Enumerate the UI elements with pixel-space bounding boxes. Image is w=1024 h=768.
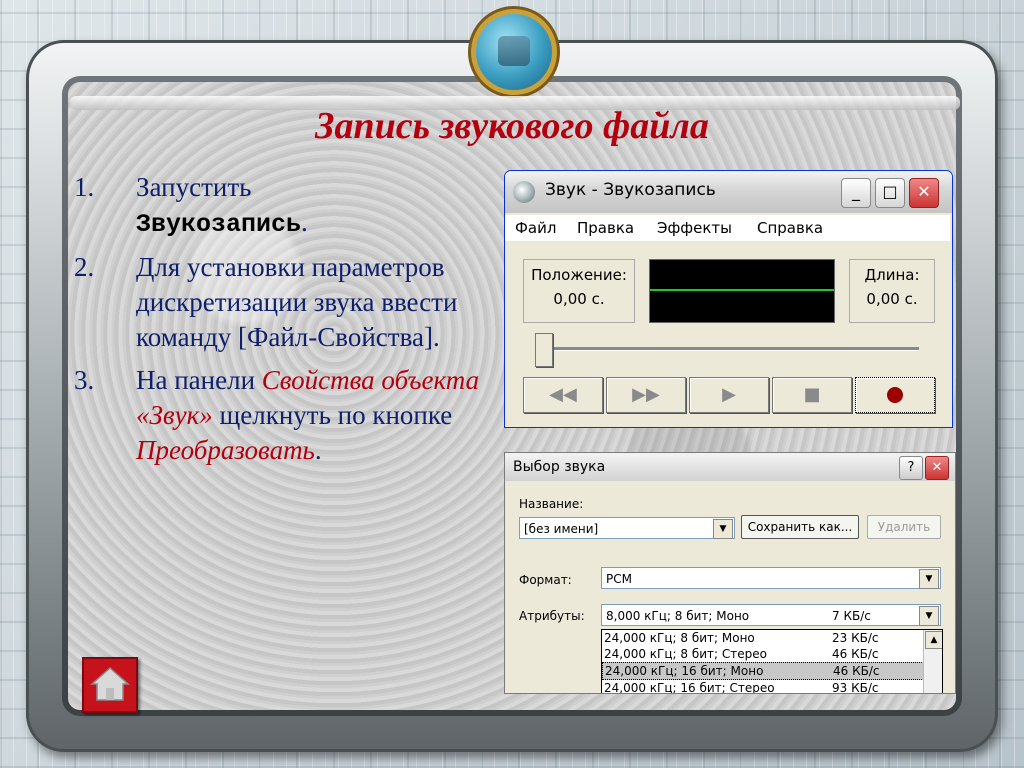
name-label: Название:: [519, 497, 584, 511]
globe-orb-decoration: [476, 14, 552, 90]
title-bar: Звук - Звукозапись _ □ ✕: [505, 171, 952, 213]
rewind-icon: ◀◀: [549, 384, 577, 405]
speaker-icon: [513, 181, 535, 203]
step-1: 1. Запустить Звукозапись.: [74, 172, 308, 239]
fast-forward-button[interactable]: ▶▶: [606, 377, 686, 413]
list-item-selected[interactable]: 24,000 кГц; 16 бит; Моно 46 КБ/с: [602, 662, 942, 680]
rewind-button[interactable]: ◀◀: [523, 377, 603, 413]
close-button[interactable]: ✕: [909, 178, 939, 208]
record-icon: [887, 387, 903, 403]
fast-forward-icon: ▶▶: [632, 384, 660, 405]
home-button[interactable]: [82, 657, 138, 713]
stop-button[interactable]: ■: [772, 377, 852, 413]
sound-recorder-window: Звук - Звукозапись _ □ ✕ Файл Правка Эфф…: [504, 170, 953, 428]
format-label: Формат:: [519, 573, 572, 587]
position-slider-track: [535, 347, 919, 351]
play-button[interactable]: ▶: [689, 377, 769, 413]
menu-help[interactable]: Справка: [757, 219, 823, 237]
menu-edit[interactable]: Правка: [577, 219, 634, 237]
maximize-button[interactable]: □: [875, 178, 905, 208]
dialog-close-button[interactable]: ✕: [925, 456, 949, 480]
delete-button[interactable]: Удалить: [867, 515, 941, 539]
attributes-dropdown-list: 24,000 кГц; 8 бит; Моно 23 КБ/с 24,000 кГ…: [601, 629, 943, 693]
step-3: 3. На панели Свойства объекта «Звук» щел…: [74, 365, 480, 465]
dialog-title-bar: Выбор звука ? ✕: [505, 453, 955, 481]
waveform-display: [649, 259, 835, 323]
list-item[interactable]: 24,000 кГц; 8 бит; Стерео 46 КБ/с: [602, 646, 942, 662]
stop-icon: ■: [803, 384, 821, 405]
attributes-select[interactable]: 8,000 кГц; 8 бит; Моно 7 КБ/с ▼: [601, 604, 941, 626]
list-item[interactable]: 24,000 кГц; 8 бит; Моно 23 КБ/с: [602, 630, 942, 646]
format-select[interactable]: PCM ▼: [601, 567, 941, 589]
step-2: 2. Для установки параметров дискретизаци…: [74, 252, 458, 352]
window-title: Звук - Звукозапись: [545, 180, 716, 200]
home-icon: [90, 666, 130, 701]
list-item[interactable]: 24,000 кГц; 16 бит; Стерео 93 КБ/с: [602, 680, 942, 693]
select-sound-dialog: Выбор звука ? ✕ Название: [без имени] ▼ …: [504, 452, 956, 694]
chevron-down-icon: ▼: [919, 569, 939, 589]
menu-bar: Файл Правка Эффекты Справка: [505, 215, 950, 241]
app-name: Звукозапись: [136, 210, 302, 239]
help-button[interactable]: ?: [899, 456, 923, 480]
steps-list: 1. Запустить Звукозапись. 2. Для установ…: [74, 170, 494, 476]
play-icon: ▶: [722, 384, 736, 405]
position-box: Положение: 0,00 с.: [523, 259, 635, 323]
position-slider-thumb[interactable]: [535, 333, 553, 367]
chevron-down-icon: ▼: [919, 606, 939, 626]
slide-title: Запись звукового файла: [315, 105, 709, 147]
name-select[interactable]: [без имени] ▼: [519, 517, 735, 539]
menu-file[interactable]: Файл: [515, 219, 556, 237]
chevron-down-icon: ▼: [713, 519, 733, 539]
length-box: Длина: 0,00 с.: [849, 259, 935, 323]
attributes-label: Атрибуты:: [519, 609, 585, 623]
record-button[interactable]: [855, 377, 935, 413]
dialog-title: Выбор звука: [513, 459, 606, 475]
list-scrollbar[interactable]: ▲: [923, 630, 942, 693]
menu-effects[interactable]: Эффекты: [657, 219, 732, 237]
chevron-up-icon[interactable]: ▲: [925, 631, 942, 649]
minimize-button[interactable]: _: [841, 178, 871, 208]
save-as-button[interactable]: Сохранить как...: [741, 515, 859, 539]
